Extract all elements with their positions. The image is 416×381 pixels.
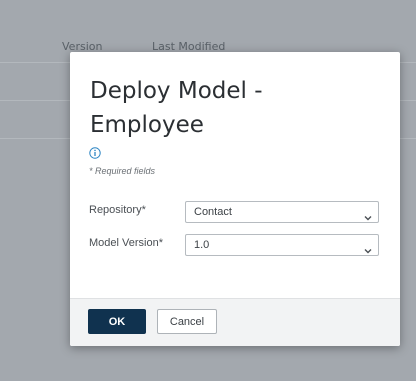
- required-fields-note: * Required fields: [89, 166, 156, 176]
- deploy-model-dialog: Deploy Model - Employee * Required field…: [70, 52, 400, 346]
- chevron-down-icon: [363, 208, 373, 221]
- repository-label: Repository*: [89, 204, 146, 216]
- model-version-select[interactable]: 1.0: [185, 234, 379, 256]
- dialog-footer: OK Cancel: [70, 298, 400, 346]
- model-version-select-value: 1.0: [194, 239, 210, 251]
- dialog-title: Deploy Model - Employee: [90, 78, 263, 138]
- chevron-down-icon: [363, 241, 373, 254]
- repository-select[interactable]: Contact: [185, 201, 379, 223]
- ok-button[interactable]: OK: [88, 309, 146, 334]
- cancel-button[interactable]: Cancel: [157, 309, 217, 334]
- info-icon[interactable]: [89, 144, 101, 159]
- model-version-label: Model Version*: [89, 237, 163, 249]
- repository-select-value: Contact: [194, 206, 232, 218]
